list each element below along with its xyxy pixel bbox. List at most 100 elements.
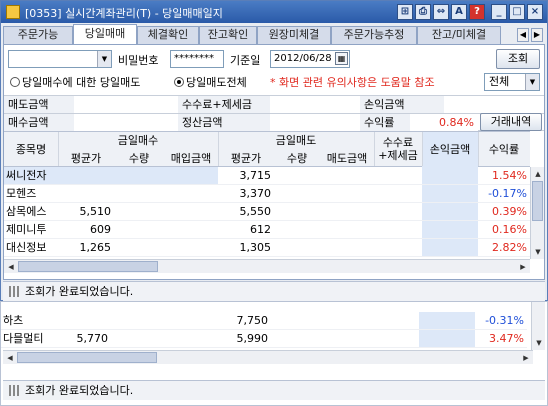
maximize-icon[interactable]: □ [509,4,525,20]
table-cell [419,312,475,329]
col-buy-amount[interactable]: 매입금액 [164,152,218,165]
table-row[interactable]: 삼목에스 5,510 5,550 0.39% [4,203,530,221]
table-cell [422,185,478,202]
table-row[interactable]: 하츠 7,750 -0.31% [1,312,527,330]
close-icon[interactable]: × [527,4,543,20]
col-return[interactable]: 수익률 [478,143,530,156]
link-window-icon[interactable]: ⊞ [397,4,413,20]
table-cell [58,185,114,202]
table-cell [274,185,320,202]
col-divider [478,132,479,166]
table-cell [274,221,320,238]
col-fee-tax[interactable]: 수수료 +제세금 [374,136,422,162]
col-sell-avg[interactable]: 평균가 [218,152,274,165]
help-icon[interactable]: ? [469,4,485,20]
table-row[interactable]: 써니전자 3,715 1.54% [4,167,530,185]
table-cell [161,330,215,347]
scroll-left-icon[interactable]: ◀ [3,351,17,365]
print-icon[interactable]: ⎙ [415,4,431,20]
table-cell [317,330,371,347]
table-row[interactable]: 모헨즈 3,370 -0.17% [4,185,530,203]
date-label: 기준일 [230,54,261,67]
date-field[interactable]: 2012/06/28 ▦ [270,50,350,68]
col-sell-amount[interactable]: 매도금액 [320,152,374,165]
col-name[interactable]: 종목명 [4,143,58,156]
settle-amount-value [270,114,360,131]
tab-ledger-unfilled[interactable]: 원장미체결 [257,26,331,44]
table-cell [111,312,161,329]
query-button[interactable]: 조회 [496,49,540,69]
scroll-right-icon[interactable]: ▶ [516,260,530,274]
scroll-thumb[interactable] [532,181,543,221]
col-sell-group: 금일매도 [275,134,317,147]
history-button[interactable]: 거래내역 [480,113,542,131]
background-status-bar: 조회가 완료되었습니다. [3,380,545,400]
tab-orderable[interactable]: 주문가능 [3,26,73,44]
grip-icon [9,385,19,396]
scroll-right-icon[interactable]: ▶ [519,351,533,365]
chevron-right-icon[interactable]: ▶ [531,28,543,42]
buy-amount-label: 매수금액 [4,114,74,131]
table-row[interactable]: 대신정보 1,265 1,305 2.82% [4,239,530,257]
table-cell: 대신정보 [6,241,47,254]
grid-horizontal-scrollbar[interactable]: ◀ ▶ [4,259,530,273]
title-bar[interactable]: [0353] 실시간계좌관리(T) - 당일매매일지 ⊞ ⎙ ⇔ A ? _ □… [1,1,547,23]
table-cell [320,203,374,220]
scroll-thumb[interactable] [18,261,158,272]
scope-select[interactable]: 전체 ▼ [484,73,540,91]
pin-icon[interactable]: ⇔ [433,4,449,20]
col-buy-qty[interactable]: 수량 [114,152,164,165]
table-cell: 0.16% [492,223,527,236]
radio-buy-sell[interactable] [10,77,20,87]
table-cell: 3.47% [489,332,524,345]
scroll-left-icon[interactable]: ◀ [4,260,18,274]
col-divider [218,132,219,166]
table-cell: 5,510 [79,205,112,218]
table-cell [164,239,218,256]
table-cell [271,312,317,329]
scroll-thumb[interactable] [17,352,157,363]
scroll-down-icon[interactable]: ▼ [532,336,546,350]
table-cell [164,185,218,202]
col-buy-avg[interactable]: 평균가 [58,152,114,165]
background-scrollbar[interactable]: ▼ [531,302,545,350]
minimize-icon[interactable]: _ [491,4,507,20]
table-cell: 609 [90,223,111,236]
table-cell [374,203,422,220]
col-pnl[interactable]: 손익금액 [422,132,478,167]
table-row[interactable]: 다믈멀티 5,770 5,990 3.47% [1,330,527,348]
tab-balance-unfilled[interactable]: 잔고/미체결 [417,26,501,44]
date-value: 2012/06/28 [274,53,332,64]
font-size-icon[interactable]: A [451,4,467,20]
radio-all-sell[interactable] [174,77,184,87]
tab-balance-check[interactable]: 잔고확인 [199,26,257,44]
table-cell [111,330,161,347]
window-title: [0353] 실시간계좌관리(T) - 당일매매일지 [25,7,223,20]
table-cell [320,221,374,238]
password-field[interactable]: ******** [170,50,224,68]
status-bar: 조회가 완료되었습니다. [3,281,545,301]
radio-buy-sell-label[interactable]: 당일매수에 대한 당일매도 [22,74,140,90]
scroll-down-icon[interactable]: ▼ [531,245,545,259]
col-sell-qty[interactable]: 수량 [274,152,320,165]
help-notice: * 화면 관련 유의사항은 도움말 참조 [270,76,435,89]
account-select[interactable]: ▼ [8,50,112,68]
tab-execution-check[interactable]: 체결확인 [137,26,199,44]
background-horizontal-scrollbar[interactable]: ◀ ▶ [3,350,533,364]
background-status-message: 조회가 완료되었습니다. [25,384,134,397]
chevron-left-icon[interactable]: ◀ [517,28,529,42]
grid-vertical-scrollbar[interactable]: ▲ ▼ [530,167,544,259]
table-cell [422,167,478,184]
buy-amount-value [74,114,178,131]
col-divider [422,132,423,166]
sell-amount-value [74,96,178,113]
scroll-up-icon[interactable]: ▲ [531,167,545,181]
col-divider [58,132,59,166]
calendar-icon[interactable]: ▦ [335,52,348,65]
radio-all-sell-label[interactable]: 당일매도전체 [186,74,247,90]
tab-today-trade[interactable]: 당일매매 [73,24,137,44]
table-cell [371,312,419,329]
tab-orderable-estimate[interactable]: 주문가능추정 [331,26,417,44]
grid-header: 종목명 금일매수 금일매도 평균가 수량 매입금액 평균가 수량 매도금액 수수… [4,131,530,167]
table-row[interactable]: 제미니투 609 612 0.16% [4,221,530,239]
